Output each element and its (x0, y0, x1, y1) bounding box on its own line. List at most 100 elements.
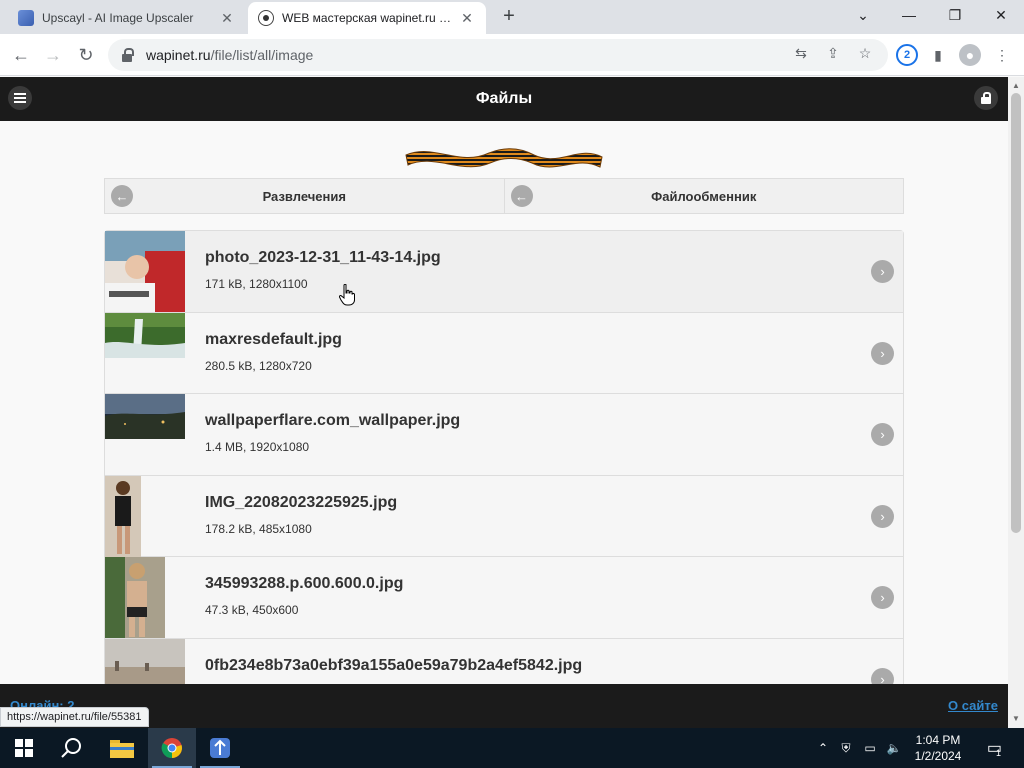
minimize-icon[interactable]: — (886, 0, 932, 30)
translate-icon[interactable]: ⇆ (791, 43, 811, 63)
start-button[interactable] (0, 728, 48, 768)
restore-icon[interactable]: ❐ (932, 0, 978, 30)
profile-avatar-icon[interactable]: ● (959, 44, 981, 66)
page-viewport: Файлы ← Развлечения ← Файлообменник phot… (0, 77, 1008, 728)
url-path: /file/list/all/image (210, 47, 314, 63)
reload-icon[interactable]: ↻ (73, 42, 99, 68)
chevron-right-icon[interactable]: › (871, 341, 894, 365)
back-icon[interactable]: ← (8, 42, 34, 68)
address-bar[interactable]: wapinet.ru/file/list/all/image (108, 39, 888, 71)
file-name[interactable]: IMG_22082023225925.jpg (205, 494, 397, 512)
file-info: 171 kB, 1280x1100 (205, 277, 308, 291)
file-name[interactable]: maxresdefault.jpg (205, 331, 342, 349)
file-info: 1.4 MB, 1920x1080 (205, 440, 310, 454)
clock-time: 1:04 PM (915, 733, 961, 747)
file-info: 178.2 kB, 485x1080 (205, 521, 312, 536)
scroll-up-icon[interactable]: ▲ (1008, 79, 1024, 93)
close-window-icon[interactable]: ✕ (978, 0, 1024, 30)
search-icon (61, 738, 81, 758)
file-thumbnail (105, 231, 185, 312)
file-thumbnail (105, 557, 165, 638)
tab-search-icon[interactable]: ⌄ (840, 0, 886, 30)
system-clock[interactable]: 1:04 PM 1/2/2024 (906, 732, 970, 764)
arrow-left-icon: ← (111, 185, 133, 207)
download-icon[interactable]: 2 (896, 44, 918, 66)
list-item[interactable]: 345993288.p.600.600.0.jpg 47.3 kB, 450x6… (105, 557, 903, 639)
url-text[interactable]: wapinet.ru/file/list/all/image (146, 47, 313, 63)
list-item[interactable]: wallpaperflare.com_wallpaper.jpg 1.4 MB,… (105, 394, 903, 476)
file-thumbnail (105, 394, 185, 439)
upscayl-favicon-icon (18, 10, 34, 26)
file-name[interactable]: 345993288.p.600.600.0.jpg (205, 575, 403, 593)
list-item[interactable]: maxresdefault.jpg 280.5 kB, 1280x720 › (105, 312, 903, 394)
page-title: Файлы (475, 90, 533, 107)
site-footer: Онлайн: 2 О сайте (0, 684, 1008, 728)
notifications-button[interactable]: ▭ 1 (980, 728, 1008, 768)
hand-cursor-icon (339, 284, 355, 306)
chevron-right-icon[interactable]: › (871, 586, 894, 609)
file-thumbnail (105, 475, 141, 557)
bookmark-star-icon[interactable]: ☆ (855, 43, 875, 63)
scrollbar-thumb[interactable] (1011, 93, 1021, 533)
list-item[interactable]: IMG_22082023225925.jpg 178.2 kB, 485x108… (105, 475, 903, 557)
file-name[interactable]: 0fb234e8b73a0ebf39a155a0e59a79b2a4ef5842… (205, 657, 582, 675)
file-info: 280.5 kB, 1280x720 (205, 358, 312, 373)
windows-logo-icon (15, 739, 33, 757)
lock-icon[interactable] (122, 48, 134, 62)
show-hidden-icons[interactable]: ⌃ (814, 728, 832, 768)
page-scrollbar[interactable]: ▲ ▼ (1008, 77, 1024, 728)
side-panel-icon[interactable]: ▮ (927, 44, 949, 66)
login-lock-button[interactable] (974, 86, 998, 110)
list-item[interactable]: photo_2023-12-31_11-43-14.jpg 171 kB, 12… (105, 231, 903, 313)
next-category-label: Файлообменник (651, 188, 757, 204)
scroll-down-icon[interactable]: ▼ (1008, 712, 1024, 726)
close-tab-icon[interactable]: ✕ (218, 9, 236, 27)
windows-taskbar: ⌃ ⛨ ▭ 🔈 1:04 PM 1/2/2024 ▭ 1 (0, 728, 1024, 768)
volume-muted-icon[interactable]: 🔈 (884, 728, 904, 768)
security-shield-icon[interactable]: ⛨ (836, 728, 856, 768)
file-name[interactable]: photo_2023-12-31_11-43-14.jpg (205, 249, 441, 267)
chevron-right-icon[interactable]: › (871, 260, 894, 283)
forward-icon[interactable]: → (40, 42, 66, 68)
tab-title: WEB мастерская wapinet.ru - Фа (282, 11, 452, 25)
file-thumbnail (105, 312, 185, 358)
upscayl-taskbar-button[interactable] (196, 728, 244, 768)
category-navigation: ← Развлечения ← Файлообменник (104, 178, 904, 214)
next-category-button[interactable]: ← Файлообменник (504, 178, 904, 214)
share-icon[interactable]: ⇪ (823, 43, 843, 63)
hamburger-menu-button[interactable] (8, 86, 32, 110)
file-name[interactable]: wallpaperflare.com_wallpaper.jpg (205, 412, 460, 430)
chrome-icon (161, 738, 182, 759)
url-host: wapinet.ru (146, 47, 211, 63)
file-info: 47.3 kB, 450x600 (205, 603, 299, 617)
close-tab-icon[interactable]: ✕ (458, 9, 476, 27)
wapinet-favicon-icon (258, 10, 274, 26)
padlock-icon (981, 92, 991, 104)
network-icon[interactable]: ▭ (860, 728, 880, 768)
upscayl-app-icon (210, 738, 230, 758)
site-header: Файлы (0, 77, 1008, 121)
chevron-right-icon[interactable]: › (871, 504, 894, 528)
clock-date: 1/2/2024 (914, 749, 962, 763)
search-button[interactable] (48, 728, 96, 768)
menu-icon (14, 93, 26, 103)
chrome-taskbar-button[interactable] (148, 728, 196, 768)
about-link[interactable]: О сайте (948, 698, 998, 713)
st-george-ribbon-logo (405, 148, 603, 168)
browser-toolbar: ← → ↻ wapinet.ru/file/list/all/image ⇆ ⇪… (0, 34, 1024, 76)
prev-category-button[interactable]: ← Развлечения (104, 178, 505, 214)
link-status-bubble: https://wapinet.ru/file/55381 (0, 707, 149, 727)
tab-upscayl[interactable]: Upscayl - AI Image Upscaler ✕ (8, 2, 246, 34)
notification-count: 1 (996, 748, 1002, 758)
download-badge: 2 (903, 49, 911, 61)
folder-icon (110, 740, 134, 758)
arrow-left-icon: ← (510, 185, 533, 207)
new-tab-button[interactable]: + (498, 6, 520, 28)
file-explorer-button[interactable] (98, 728, 146, 768)
menu-kebab-icon[interactable]: ⋮ (991, 44, 1013, 66)
file-list: photo_2023-12-31_11-43-14.jpg 171 kB, 12… (104, 230, 904, 721)
prev-category-label: Развлечения (262, 188, 346, 204)
tab-title: Upscayl - AI Image Upscaler (42, 11, 194, 25)
tab-wapinet[interactable]: WEB мастерская wapinet.ru - Фа ✕ (248, 2, 486, 34)
chevron-right-icon[interactable]: › (871, 423, 894, 446)
